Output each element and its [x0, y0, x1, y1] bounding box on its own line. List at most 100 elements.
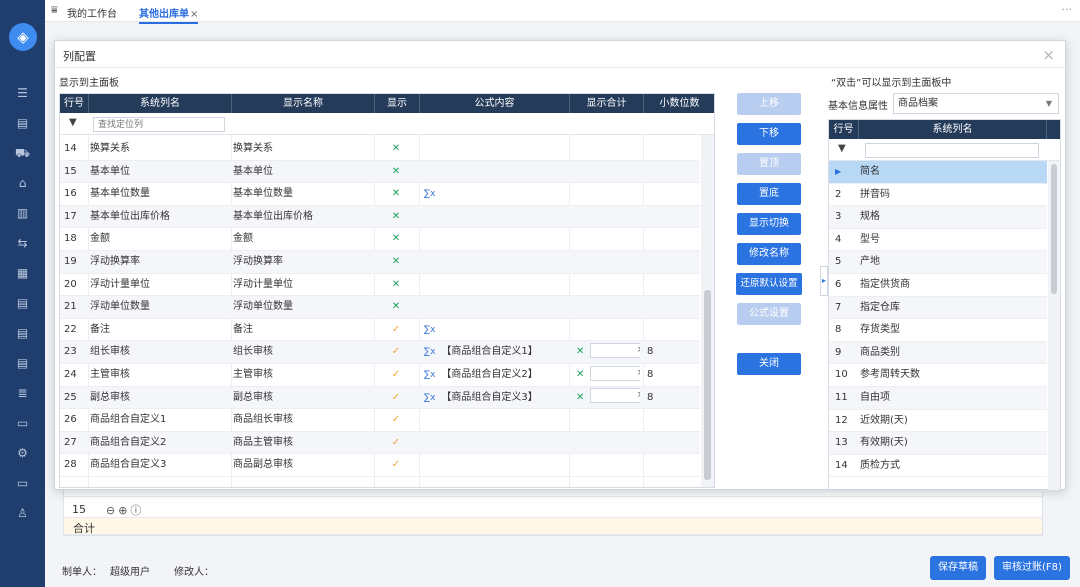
decimal-select[interactable]: ×	[590, 365, 640, 381]
grid-scrollbar[interactable]	[701, 135, 714, 487]
grid-scrollbar-thumb[interactable]	[704, 290, 711, 480]
tab-close-icon[interactable]: ×	[190, 9, 198, 20]
show-total-cell[interactable]: ✕×	[576, 364, 640, 386]
menu-indent-icon[interactable]: ☰	[13, 84, 32, 102]
list-item[interactable]: 13 有效期(天)	[829, 432, 1047, 455]
display-name[interactable]: 基本单位出库价格	[233, 206, 373, 228]
locate-column-input[interactable]	[93, 117, 225, 132]
show-total-x-icon[interactable]: ✕	[576, 369, 584, 380]
show-toggle-check-icon[interactable]: ✓	[388, 387, 404, 409]
formula-settings-button[interactable]: 公式设置	[737, 303, 801, 325]
table-row[interactable]: 19 浮动换算率 浮动换算率 ✕	[60, 251, 700, 274]
grid-icon[interactable]: ▦	[13, 264, 32, 282]
display-name[interactable]: 商品组长审核	[233, 409, 373, 431]
show-toggle-x-icon[interactable]: ✕	[388, 274, 404, 296]
move-top-button[interactable]: 置顶	[737, 153, 801, 175]
decimal-select[interactable]: ×	[590, 388, 640, 404]
list-item[interactable]: 7 指定仓库	[829, 296, 1047, 320]
right-filter-input[interactable]	[865, 143, 1039, 158]
formula-cell[interactable]	[424, 161, 572, 183]
display-name[interactable]: 换算关系	[233, 138, 373, 160]
formula-cell[interactable]: ∑x 【商品组合自定义3】	[424, 387, 572, 409]
show-toggle-check-icon[interactable]: ✓	[388, 364, 404, 386]
table-row[interactable]: 20 浮动计量单位 浮动计量单位 ✕	[60, 274, 700, 297]
right-grid-scrollbar[interactable]	[1048, 161, 1060, 490]
formula-fx-icon[interactable]: ∑x	[424, 347, 435, 357]
display-name[interactable]: 主管审核	[233, 364, 373, 386]
table-row[interactable]: 18 金额 金额 ✕	[60, 228, 700, 251]
display-name[interactable]: 金额	[233, 228, 373, 250]
formula-fx-icon[interactable]: ∑x	[424, 189, 435, 199]
close-icon[interactable]: ×	[1042, 46, 1055, 64]
formula-cell[interactable]: ∑x 【商品组合自定义1】	[424, 341, 572, 363]
list-item[interactable]: 6 指定供货商	[829, 274, 1047, 297]
display-name[interactable]: 浮动单位数量	[233, 296, 373, 318]
list-item[interactable]: 12 近效期(天)	[829, 410, 1047, 433]
warehouse-icon[interactable]: ▥	[13, 204, 32, 222]
formula-fx-icon[interactable]: ∑x	[424, 393, 435, 403]
clear-icon[interactable]: ×	[637, 367, 640, 380]
table-row[interactable]: 15 基本单位 基本单位 ✕	[60, 160, 700, 184]
list-item[interactable]: 14 质检方式	[829, 455, 1047, 478]
formula-cell[interactable]	[424, 206, 572, 228]
show-toggle-check-icon[interactable]: ✓	[388, 319, 404, 341]
formula-cell[interactable]	[424, 274, 572, 296]
display-name[interactable]: 浮动换算率	[233, 251, 373, 273]
user-icon[interactable]: ♙	[13, 504, 32, 522]
table-row[interactable]: 17 基本单位出库价格 基本单位出库价格 ✕	[60, 205, 700, 229]
monitor-icon[interactable]: ▭	[13, 474, 32, 492]
ledger-icon[interactable]: ▤	[13, 324, 32, 342]
formula-fx-icon[interactable]: ∑x	[424, 325, 435, 335]
move-up-button[interactable]: 上移	[737, 93, 801, 115]
file-icon[interactable]: ▤	[13, 354, 32, 372]
display-name[interactable]: 副总审核	[233, 387, 373, 409]
report-icon[interactable]: ▤	[13, 294, 32, 312]
formula-cell[interactable]	[424, 251, 572, 273]
tab-other-outbound[interactable]: 其他出库单×	[139, 5, 199, 24]
formula-cell[interactable]	[424, 296, 572, 318]
move-bottom-button[interactable]: 置底	[737, 183, 801, 205]
formula-cell[interactable]	[424, 432, 572, 454]
list-item[interactable]: 10 参考周转天数	[829, 364, 1047, 387]
table-row[interactable]: 28 商品组合自定义3 商品副总审核 ✓	[60, 454, 700, 477]
table-row[interactable]: 14 换算关系 换算关系 ✕	[60, 138, 700, 161]
show-toggle-x-icon[interactable]: ✕	[388, 206, 404, 228]
more-icon[interactable]: ···	[1062, 3, 1073, 16]
show-toggle-check-icon[interactable]: ✓	[388, 409, 404, 431]
list-item[interactable]: 2 拼音码	[829, 184, 1047, 207]
formula-cell[interactable]	[424, 409, 572, 431]
display-name[interactable]: 商品主管审核	[233, 432, 373, 454]
save-draft-button[interactable]: 保存草稿	[930, 556, 986, 580]
bank-icon[interactable]: ⌂	[13, 174, 32, 192]
list-item[interactable]: 8 存货类型	[829, 319, 1047, 342]
show-toggle-check-icon[interactable]: ✓	[388, 432, 404, 454]
table-row[interactable]: 27 商品组合自定义2 商品主管审核 ✓	[60, 431, 700, 455]
show-toggle-x-icon[interactable]: ✕	[388, 183, 404, 205]
table-row[interactable]: 24主管审核主管审核✓∑x【商品组合自定义2】✕×8	[60, 364, 700, 387]
formula-fx-icon[interactable]: ∑x	[424, 370, 435, 380]
show-total-x-icon[interactable]: ✕	[576, 392, 584, 403]
dialog-close-button[interactable]: 关闭	[737, 353, 801, 375]
table-row[interactable]: 22 备注 备注 ✓ ∑x	[60, 319, 700, 342]
show-toggle-x-icon[interactable]: ✕	[388, 296, 404, 318]
list-item[interactable]: 3 规格	[829, 206, 1047, 229]
table-row[interactable]: 16 基本单位数量 基本单位数量 ✕ ∑x	[60, 183, 700, 206]
show-toggle-x-icon[interactable]: ✕	[388, 161, 404, 183]
formula-cell[interactable]	[424, 228, 572, 250]
app-logo-icon[interactable]: ◈	[9, 23, 37, 51]
display-name[interactable]: 组长审核	[233, 341, 373, 363]
display-name[interactable]: 商品副总审核	[233, 454, 373, 476]
list-icon[interactable]: ≣	[13, 384, 32, 402]
formula-cell[interactable]: ∑x 【商品组合自定义2】	[424, 364, 572, 386]
display-name[interactable]: 基本单位数量	[233, 183, 373, 205]
decimal-select[interactable]: ×	[590, 342, 640, 358]
cart-icon[interactable]: ⛟	[13, 144, 32, 162]
show-toggle-check-icon[interactable]: ✓	[388, 341, 404, 363]
show-toggle-check-icon[interactable]: ✓	[388, 454, 404, 476]
transfer-icon[interactable]: ⇆	[13, 234, 32, 252]
formula-cell[interactable]: ∑x	[424, 183, 572, 205]
table-row[interactable]: 21 浮动单位数量 浮动单位数量 ✕	[60, 296, 700, 319]
panel-toggle-arrow-icon[interactable]: ▸	[820, 266, 828, 296]
toggle-display-button[interactable]: 显示切换	[737, 213, 801, 235]
settings-icon[interactable]: ⚙	[13, 444, 32, 462]
